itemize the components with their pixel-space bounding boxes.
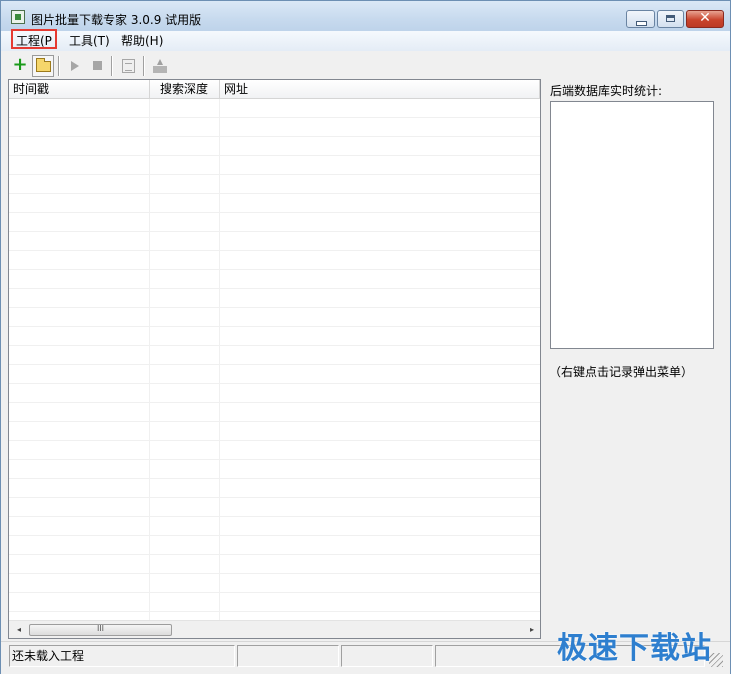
minimize-button[interactable] — [626, 10, 655, 28]
status-panel-3 — [341, 645, 433, 667]
status-text: 还未载入工程 — [9, 645, 235, 667]
records-table[interactable]: 时间戳 搜索深度 网址 ◂ III ▸ — [8, 79, 541, 639]
watermark-logo: 极速下载站 — [557, 631, 712, 666]
column-header-depth[interactable]: 搜索深度 — [150, 80, 220, 98]
column-divider — [219, 99, 220, 620]
menu-project[interactable]: 工程(P — [11, 29, 57, 49]
menu-bar: 工程(P 工具(T) 帮助(H) — [1, 29, 730, 51]
column-header-timestamp[interactable]: 时间戳 — [9, 80, 150, 98]
stats-label: 后端数据库实时统计: — [550, 84, 663, 98]
new-project-button[interactable]: + — [9, 55, 31, 77]
close-button[interactable]: ✕ — [686, 10, 724, 28]
export-button[interactable] — [149, 55, 171, 77]
maximize-button[interactable] — [657, 10, 684, 28]
main-content: 时间戳 搜索深度 网址 ◂ III ▸ 后端数据库实时统计: （右键点击记录弹出… — [1, 79, 730, 641]
resize-grip[interactable] — [709, 653, 723, 667]
properties-icon — [121, 59, 135, 73]
toolbar: + — [1, 51, 730, 79]
title-bar[interactable]: 图片批量下载专家 3.0.9 试用版 ✕ — [1, 1, 730, 31]
menu-tools[interactable]: 工具(T) — [65, 32, 114, 50]
app-icon[interactable] — [11, 10, 25, 24]
column-header-url[interactable]: 网址 — [220, 80, 540, 98]
open-folder-icon — [35, 58, 51, 72]
open-project-button[interactable] — [32, 55, 54, 77]
scroll-thumb[interactable]: III — [29, 624, 172, 636]
scroll-left-icon[interactable]: ◂ — [12, 624, 26, 638]
start-button[interactable] — [64, 55, 86, 77]
close-icon: ✕ — [699, 10, 711, 26]
stop-icon — [92, 61, 102, 70]
table-header: 时间戳 搜索深度 网址 — [9, 80, 540, 99]
toolbar-separator — [143, 56, 145, 76]
plus-icon: + — [12, 54, 28, 75]
stop-button[interactable] — [86, 55, 108, 77]
column-divider — [149, 99, 150, 620]
stats-hint: （右键点击记录弹出菜单） — [549, 365, 694, 379]
horizontal-scrollbar[interactable]: ◂ III ▸ — [9, 620, 540, 638]
table-body[interactable] — [9, 99, 540, 620]
menu-help[interactable]: 帮助(H) — [117, 32, 167, 50]
stats-panel[interactable] — [550, 101, 714, 349]
export-icon — [153, 59, 167, 73]
toolbar-separator — [111, 56, 113, 76]
play-icon — [71, 61, 79, 71]
window-title: 图片批量下载专家 3.0.9 试用版 — [31, 13, 202, 27]
toolbar-separator — [58, 56, 60, 76]
scroll-right-icon[interactable]: ▸ — [525, 624, 539, 638]
properties-button[interactable] — [117, 55, 139, 77]
status-panel-2 — [237, 645, 339, 667]
app-window: 图片批量下载专家 3.0.9 试用版 ✕ 工程(P 工具(T) 帮助(H) + — [0, 0, 731, 674]
